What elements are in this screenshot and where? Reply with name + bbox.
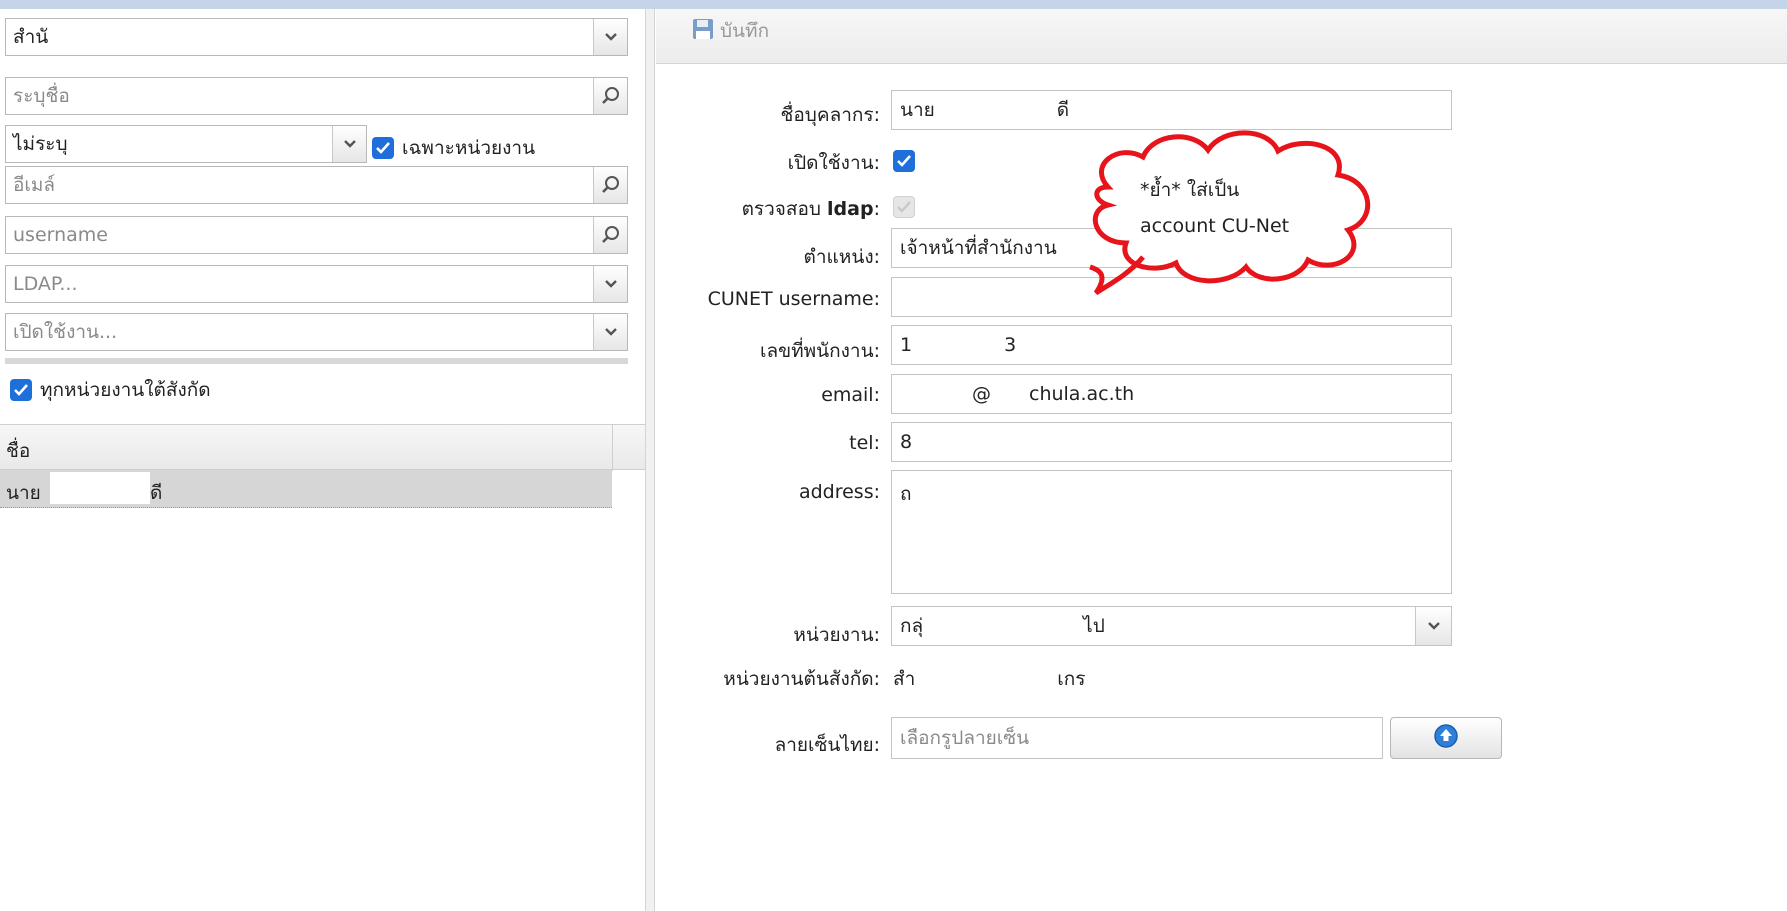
unit-label: หน่วยงาน: xyxy=(793,624,880,646)
ldap-check-label: ตรวจสอบ ldap: xyxy=(630,194,880,224)
floppy-disk-icon xyxy=(692,18,714,45)
save-label: บันทึก xyxy=(720,20,770,42)
email-at: @ xyxy=(972,383,991,405)
upload-button[interactable] xyxy=(1390,717,1502,759)
enabled-label: เปิดใช้งาน: xyxy=(787,152,880,174)
search-icon[interactable] xyxy=(593,167,627,203)
parent-unit-label: หน่วยงานต้นสังกัด: xyxy=(723,668,880,690)
status-select-value: ไม่ระบุ xyxy=(13,133,68,155)
upload-icon xyxy=(1433,723,1459,754)
tel-input[interactable]: 8 xyxy=(891,422,1452,462)
only-unit-label: เฉพาะหน่วยงาน xyxy=(402,137,536,159)
cunet-label: CUNET username: xyxy=(707,288,880,310)
email-domain: chula.ac.th xyxy=(1029,383,1135,405)
name-input[interactable]: นาย ดี xyxy=(891,90,1452,130)
name-search-field[interactable]: ระบุชื่อ xyxy=(5,77,628,115)
address-textarea[interactable]: ถ xyxy=(891,470,1452,594)
address-value: ถ xyxy=(900,483,912,505)
redaction xyxy=(923,625,1084,627)
chevron-down-icon[interactable] xyxy=(593,266,627,302)
enabled-checkbox[interactable] xyxy=(893,150,915,172)
ldap-select-value: LDAP... xyxy=(13,273,78,295)
parent-unit-suffix: เกร xyxy=(1057,668,1086,690)
email-search-field[interactable]: อีเมล์ xyxy=(5,166,628,204)
email-search-input[interactable]: อีเมล์ xyxy=(6,170,593,200)
ldap-label-prefix: ตรวจสอบ xyxy=(741,198,828,220)
redaction xyxy=(900,393,972,395)
parent-unit-value: สำ เกร xyxy=(893,664,1085,694)
redaction xyxy=(991,393,1029,395)
username-search-input[interactable]: username xyxy=(6,224,593,246)
org-select-value: สำนั xyxy=(13,26,49,48)
callout-line-2: account CU-Net xyxy=(1140,215,1290,237)
staff-grid: ชื่อ นาย ดี xyxy=(0,424,645,519)
table-row[interactable]: นาย ดี xyxy=(0,470,612,508)
status-select[interactable]: ไม่ระบุ xyxy=(5,125,367,163)
column-separator xyxy=(612,425,613,471)
callout-line-1: *ย้ำ* ใส่เป็น xyxy=(1140,179,1240,201)
ldap-select[interactable]: LDAP... xyxy=(5,265,628,303)
position-value: เจ้าหน้าที่สำนักงาน xyxy=(900,237,1057,259)
all-subunits-checkbox-row[interactable]: ทุกหน่วยงานใต้สังกัด xyxy=(10,375,211,405)
search-icon[interactable] xyxy=(593,217,627,253)
signature-label: ลายเซ็นไทย: xyxy=(774,734,880,756)
search-icon[interactable] xyxy=(593,78,627,114)
parent-unit-prefix: สำ xyxy=(893,668,916,690)
grid-header-name[interactable]: ชื่อ xyxy=(6,436,30,466)
signature-file-input[interactable]: เลือกรูปลายเซ็น xyxy=(891,717,1383,759)
name-search-input[interactable]: ระบุชื่อ xyxy=(6,81,593,111)
row-name-suffix: ดี xyxy=(150,482,163,504)
redaction xyxy=(934,109,1057,111)
all-subunits-checkbox[interactable] xyxy=(10,379,32,401)
unit-select[interactable]: กลุ่ ไป xyxy=(891,606,1452,646)
signature-placeholder: เลือกรูปลายเซ็น xyxy=(900,727,1030,749)
redaction xyxy=(50,472,150,504)
name-label: ชื่อบุคลากร: xyxy=(780,104,881,126)
address-label: address: xyxy=(798,481,880,503)
only-unit-checkbox-row[interactable]: เฉพาะหน่วยงาน xyxy=(372,133,535,163)
org-select[interactable]: สำนั xyxy=(5,18,628,56)
email-input[interactable]: @ chula.ac.th xyxy=(891,374,1452,414)
top-border xyxy=(0,0,1787,9)
email-label: email: xyxy=(821,384,880,406)
row-name-prefix: นาย xyxy=(6,482,41,504)
unit-value-prefix: กลุ่ xyxy=(900,615,924,637)
callout-cloud xyxy=(1089,130,1371,295)
employee-id-input[interactable]: 1 3 xyxy=(891,325,1452,365)
panel-splitter[interactable] xyxy=(645,9,655,911)
chevron-down-icon[interactable] xyxy=(332,126,366,162)
redaction xyxy=(915,664,1057,694)
employee-id-label: เลขที่พนักงาน: xyxy=(759,340,880,362)
tel-label: tel: xyxy=(849,432,880,454)
position-label: ตำแหน่ง: xyxy=(803,246,880,268)
name-value-prefix: นาย xyxy=(900,99,935,121)
form-toolbar: บันทึก xyxy=(656,9,1787,64)
employee-id-part-b: 3 xyxy=(1004,334,1017,356)
username-search-field[interactable]: username xyxy=(5,216,628,254)
only-unit-checkbox[interactable] xyxy=(372,137,394,159)
enabled-select[interactable]: เปิดใช้งาน... xyxy=(5,313,628,351)
chevron-down-icon[interactable] xyxy=(593,314,627,350)
save-button[interactable]: บันทึก xyxy=(692,16,769,46)
redaction xyxy=(912,344,1005,346)
name-value-suffix: ดี xyxy=(1056,99,1070,121)
ldap-checkbox xyxy=(893,196,915,218)
employee-id-part-a: 1 xyxy=(900,334,913,356)
enabled-select-value: เปิดใช้งาน... xyxy=(13,321,118,343)
chevron-down-icon[interactable] xyxy=(1415,607,1451,645)
grid-header[interactable]: ชื่อ xyxy=(0,424,645,471)
tel-value: 8 xyxy=(900,431,913,453)
unit-value-suffix: ไป xyxy=(1083,615,1105,637)
ldap-label-suffix: : xyxy=(873,198,880,220)
chevron-down-icon[interactable] xyxy=(593,19,627,55)
divider-bar xyxy=(5,358,628,364)
ldap-label-bold: ldap xyxy=(827,198,874,220)
all-subunits-label: ทุกหน่วยงานใต้สังกัด xyxy=(40,379,211,401)
